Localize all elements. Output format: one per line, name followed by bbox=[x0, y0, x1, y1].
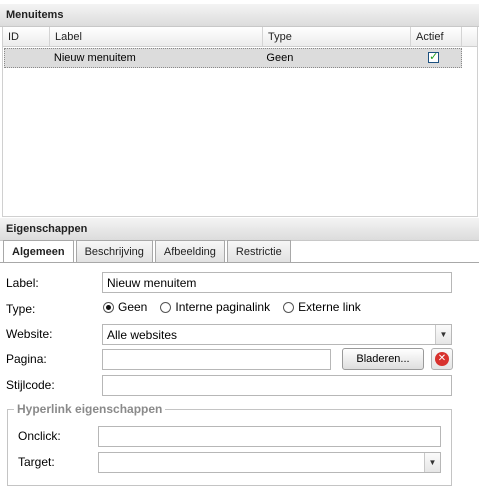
hyperlink-legend: Hyperlink eigenschappen bbox=[17, 402, 163, 416]
menuitems-title: Menuitems bbox=[6, 9, 64, 21]
onclick-field-label: Onclick: bbox=[18, 429, 61, 443]
grid-header-row: ID Label Type Actief bbox=[3, 27, 477, 47]
eigenschappen-header: Eigenschappen bbox=[0, 218, 479, 241]
website-field-label: Website: bbox=[6, 327, 53, 341]
tab-restrictie[interactable]: Restrictie bbox=[226, 240, 291, 262]
clear-pagina-button[interactable]: ✕ bbox=[431, 348, 453, 370]
website-select[interactable]: Alle websites ▼ bbox=[102, 324, 452, 345]
cell-type: Geen bbox=[266, 52, 294, 64]
type-option-label: Geen bbox=[118, 300, 148, 314]
checkbox-checked-icon[interactable] bbox=[428, 50, 440, 63]
stijlcode-input[interactable] bbox=[102, 375, 452, 396]
pagina-field-label: Pagina: bbox=[6, 352, 47, 366]
type-option-label: Externe link bbox=[298, 300, 361, 314]
column-header-id[interactable]: ID bbox=[3, 27, 50, 46]
label-field-label: Label: bbox=[6, 276, 39, 290]
chevron-down-icon[interactable]: ▼ bbox=[424, 453, 440, 472]
cell-id bbox=[5, 49, 50, 67]
browse-button[interactable]: Bladeren... bbox=[342, 348, 424, 370]
stijlcode-field-label: Stijlcode: bbox=[6, 378, 55, 392]
target-field-label: Target: bbox=[18, 455, 55, 469]
type-option-label: Interne paginalink bbox=[175, 300, 271, 314]
chevron-down-icon[interactable]: ▼ bbox=[435, 325, 451, 344]
column-header-type[interactable]: Type bbox=[263, 27, 411, 46]
tab-afbeelding[interactable]: Afbeelding bbox=[154, 240, 225, 262]
table-row[interactable]: Nieuw menuitem Geen bbox=[4, 48, 462, 68]
clear-red-icon: ✕ bbox=[435, 352, 449, 366]
type-option-interne-paginalink[interactable]: Interne paginalink bbox=[160, 300, 270, 314]
radio-selected-icon[interactable] bbox=[103, 301, 114, 313]
type-radio-group: Geen Interne paginalink Externe link bbox=[103, 300, 374, 314]
type-field-label: Type: bbox=[6, 302, 36, 316]
type-option-externe-link[interactable]: Externe link bbox=[283, 300, 361, 314]
cell-label: Nieuw menuitem bbox=[53, 52, 136, 64]
tab-divider bbox=[0, 262, 479, 263]
target-select[interactable]: ▼ bbox=[98, 452, 441, 473]
cell-actief bbox=[410, 49, 461, 67]
radio-icon[interactable] bbox=[160, 301, 172, 313]
column-header-actief[interactable]: Actief bbox=[411, 27, 462, 46]
eigenschappen-title: Eigenschappen bbox=[6, 223, 88, 235]
onclick-input[interactable] bbox=[98, 426, 441, 447]
type-option-geen[interactable]: Geen bbox=[103, 300, 147, 314]
pagina-input[interactable] bbox=[102, 349, 331, 370]
menuitems-grid: ID Label Type Actief Nieuw menuitem Geen bbox=[2, 27, 478, 217]
website-select-value: Alle websites bbox=[107, 328, 178, 342]
tab-beschrijving[interactable]: Beschrijving bbox=[75, 240, 153, 262]
column-header-label[interactable]: Label bbox=[50, 27, 263, 46]
tab-bar: Algemeen Beschrijving Afbeelding Restric… bbox=[3, 240, 293, 263]
label-input[interactable]: Nieuw menuitem bbox=[102, 272, 452, 293]
radio-icon[interactable] bbox=[283, 301, 295, 313]
menuitems-header: Menuitems bbox=[0, 4, 479, 27]
tab-algemeen[interactable]: Algemeen bbox=[3, 240, 74, 263]
